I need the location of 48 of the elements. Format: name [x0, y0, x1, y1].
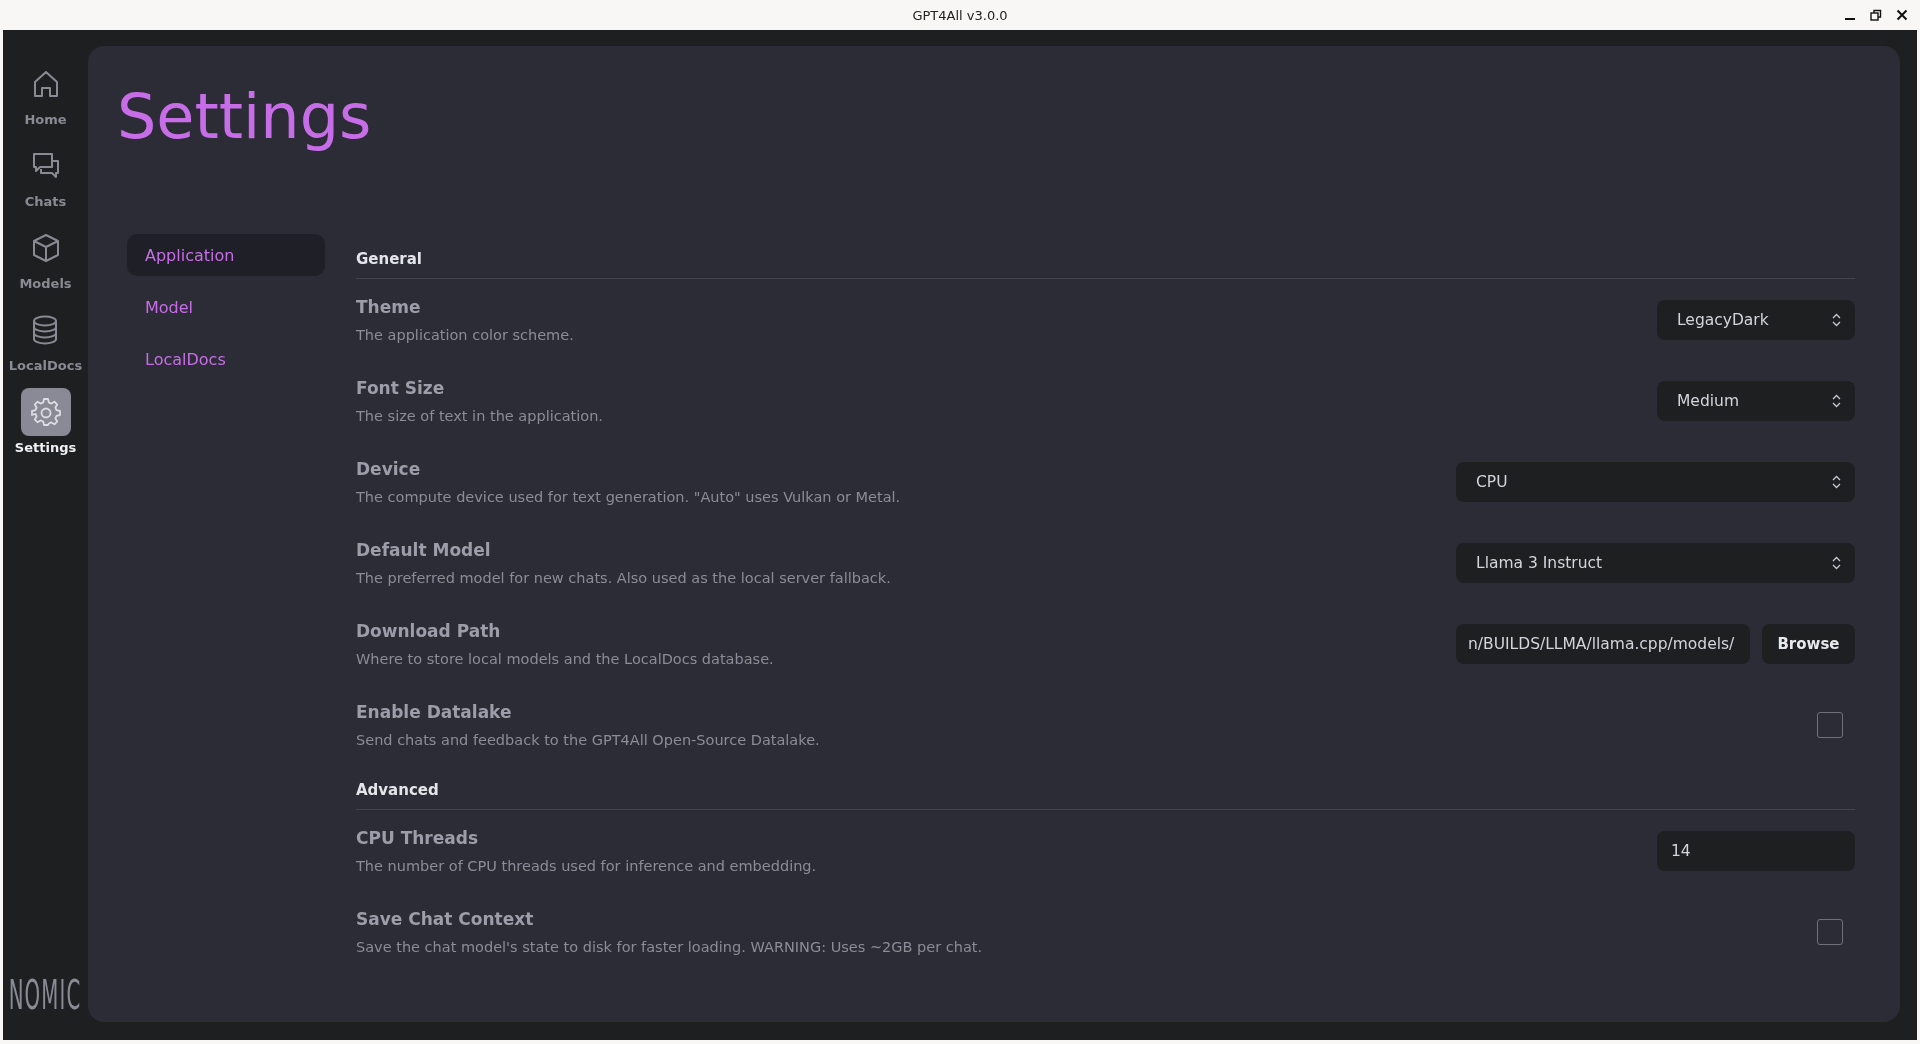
chat-bubbles-icon — [31, 152, 60, 180]
setting-description: Where to store local models and the LocalDocs database. — [356, 650, 774, 667]
setting-label: Device — [356, 458, 422, 479]
setting-description: The application color scheme. — [356, 326, 574, 343]
checkbox[interactable] — [1817, 711, 1843, 738]
page-title: Settings — [117, 80, 373, 155]
dropdown[interactable]: Llama 3 Instruct — [1456, 542, 1855, 583]
setting-description: The size of text in the application. — [356, 407, 603, 424]
logo-wordmark: NOMIC — [9, 972, 82, 1018]
settings-tab[interactable]: LocalDocs — [127, 338, 325, 381]
setting-description: The number of CPU threads used for inference and embedding. — [356, 857, 817, 874]
path-field[interactable]: n/BUILDS/LLMA/llama.cpp/models/ — [1456, 623, 1750, 664]
settings-tab[interactable]: Model — [127, 286, 325, 329]
section-heading: Advanced — [356, 781, 439, 800]
setting-label: Save Chat Context — [356, 908, 535, 929]
nav-item[interactable]: Models — [19, 224, 72, 291]
updown-caret-icon — [1832, 312, 1841, 327]
setting-label: CPU Threads — [356, 827, 480, 848]
dropdown[interactable]: Medium — [1657, 380, 1855, 421]
dropdown[interactable]: LegacyDark — [1657, 299, 1855, 340]
home-icon — [32, 70, 59, 98]
setting-label: Enable Datalake — [356, 701, 513, 722]
setting-label: Download Path — [356, 620, 502, 641]
nav-item[interactable]: LocalDocs — [8, 306, 83, 373]
browse-button[interactable]: Browse — [1762, 623, 1855, 664]
checkbox[interactable] — [1817, 918, 1843, 945]
setting-description: Save the chat model's state to disk for faster loading. WARNING: Uses ~2GB per chat. — [356, 938, 983, 955]
window-title: GPT4All v3.0.0 — [912, 7, 1008, 23]
setting-label: Theme — [356, 296, 422, 317]
cube-icon — [31, 233, 60, 263]
restore-icon[interactable] — [1870, 9, 1882, 21]
settings-icon — [30, 397, 61, 427]
database-icon — [32, 315, 59, 345]
nav-item[interactable]: Chats — [20, 142, 71, 209]
setting-label: Font Size — [356, 377, 446, 398]
updown-caret-icon — [1832, 474, 1841, 489]
dropdown[interactable]: CPU — [1456, 461, 1855, 502]
section-heading: General — [356, 250, 422, 269]
setting-description: Send chats and feedback to the GPT4All Open-Source Datalake. — [356, 731, 820, 748]
close-icon[interactable] — [1896, 9, 1908, 21]
setting-label: Default Model — [356, 539, 492, 560]
nav-item[interactable]: Home — [20, 60, 71, 127]
updown-caret-icon — [1832, 555, 1841, 570]
number-field[interactable]: 14 — [1657, 830, 1855, 871]
setting-description: The compute device used for text generation. "Auto" uses Vulkan or Metal. — [356, 488, 901, 505]
settings-tab[interactable]: Application — [127, 234, 325, 277]
updown-caret-icon — [1832, 393, 1841, 408]
setting-description: The preferred model for new chats. Also used as the local server fallback. — [356, 569, 891, 586]
